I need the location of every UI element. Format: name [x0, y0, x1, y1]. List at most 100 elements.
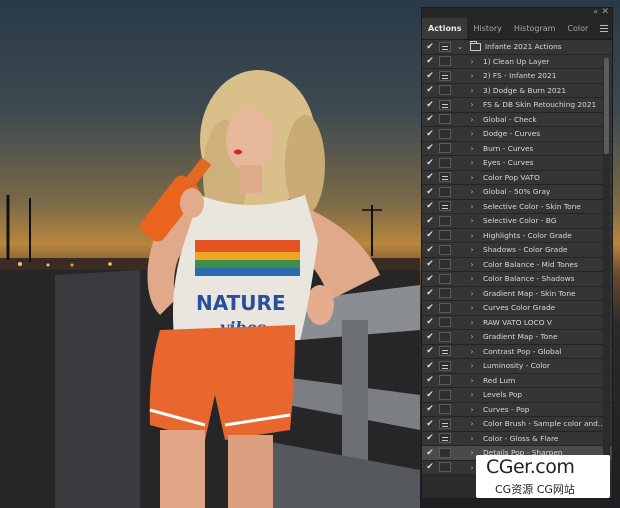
- dialog-toggle-icon[interactable]: [439, 360, 451, 371]
- checkmark-icon[interactable]: ✔: [423, 346, 437, 356]
- dialog-toggle-icon[interactable]: [439, 99, 451, 110]
- checkmark-icon[interactable]: ✔: [423, 259, 437, 269]
- dialog-toggle-icon[interactable]: [439, 389, 451, 400]
- action-row[interactable]: ✔ › Gradient Map - Skin Tone: [422, 286, 612, 301]
- dialog-toggle-icon[interactable]: [439, 433, 451, 444]
- chevron-right-icon[interactable]: ›: [467, 216, 477, 225]
- action-row[interactable]: ✔ › Curves - Pop: [422, 402, 612, 417]
- checkmark-icon[interactable]: ✔: [423, 404, 437, 414]
- dialog-toggle-icon[interactable]: [439, 56, 451, 67]
- chevron-right-icon[interactable]: ›: [467, 274, 477, 283]
- checkmark-icon[interactable]: ✔: [423, 245, 437, 255]
- chevron-right-icon[interactable]: ›: [467, 361, 477, 370]
- action-row[interactable]: ✔ › 1) Clean Up Layer: [422, 54, 612, 69]
- action-row[interactable]: ✔ › Global - Check: [422, 112, 612, 127]
- checkmark-icon[interactable]: ✔: [423, 303, 437, 313]
- action-row[interactable]: ✔ › Selective Color - Skin Tone: [422, 199, 612, 214]
- close-panel-icon[interactable]: ✕: [601, 7, 609, 17]
- chevron-right-icon[interactable]: ›: [467, 289, 477, 298]
- dialog-toggle-icon[interactable]: [439, 85, 451, 96]
- chevron-right-icon[interactable]: ›: [467, 86, 477, 95]
- action-set-row[interactable]: ✔ ⌄ Infante 2021 Actions: [422, 40, 612, 55]
- checkmark-icon[interactable]: ✔: [423, 71, 437, 81]
- dialog-toggle-icon[interactable]: [439, 114, 451, 125]
- dialog-toggle-icon[interactable]: [439, 375, 451, 386]
- chevron-right-icon[interactable]: ›: [467, 57, 477, 66]
- chevron-right-icon[interactable]: ›: [467, 376, 477, 385]
- checkmark-icon[interactable]: ✔: [423, 158, 437, 168]
- checkmark-icon[interactable]: ✔: [423, 462, 437, 472]
- dialog-toggle-icon[interactable]: [439, 41, 451, 52]
- tab-history[interactable]: History: [467, 18, 507, 39]
- checkmark-icon[interactable]: ✔: [423, 114, 437, 124]
- chevron-right-icon[interactable]: ›: [467, 419, 477, 428]
- chevron-right-icon[interactable]: ›: [467, 260, 477, 269]
- dialog-toggle-icon[interactable]: [439, 172, 451, 183]
- chevron-right-icon[interactable]: ›: [467, 332, 477, 341]
- chevron-down-icon[interactable]: ⌄: [455, 42, 465, 51]
- checkmark-icon[interactable]: ✔: [423, 332, 437, 342]
- checkmark-icon[interactable]: ✔: [423, 419, 437, 429]
- action-row[interactable]: ✔ › Levels Pop: [422, 388, 612, 403]
- chevron-right-icon[interactable]: ›: [467, 231, 477, 240]
- action-row[interactable]: ✔ › Burn - Curves: [422, 141, 612, 156]
- panel-menu-icon[interactable]: [600, 25, 608, 32]
- checkmark-icon[interactable]: ✔: [423, 433, 437, 443]
- action-row[interactable]: ✔ › 3) Dodge & Burn 2021: [422, 83, 612, 98]
- dialog-toggle-icon[interactable]: [439, 128, 451, 139]
- action-row[interactable]: ✔ › Global - 50% Gray: [422, 185, 612, 200]
- action-row[interactable]: ✔ › Dodge - Curves: [422, 127, 612, 142]
- dialog-toggle-icon[interactable]: [439, 273, 451, 284]
- action-row[interactable]: ✔ › Color Balance - Shadows: [422, 272, 612, 287]
- chevron-right-icon[interactable]: ›: [467, 202, 477, 211]
- checkmark-icon[interactable]: ✔: [423, 390, 437, 400]
- chevron-right-icon[interactable]: ›: [467, 405, 477, 414]
- checkmark-icon[interactable]: ✔: [423, 230, 437, 240]
- scrollbar[interactable]: [603, 58, 610, 498]
- chevron-right-icon[interactable]: ›: [467, 100, 477, 109]
- tab-actions[interactable]: Actions: [422, 18, 468, 39]
- dialog-toggle-icon[interactable]: [439, 186, 451, 197]
- checkmark-icon[interactable]: ✔: [423, 56, 437, 66]
- action-row[interactable]: ✔ › Curves Color Grade: [422, 301, 612, 316]
- action-row[interactable]: ✔ › Red Lum: [422, 373, 612, 388]
- dialog-toggle-icon[interactable]: [439, 418, 451, 429]
- action-row[interactable]: ✔ › Contrast Pop - Global: [422, 344, 612, 359]
- chevron-right-icon[interactable]: ›: [467, 303, 477, 312]
- action-row[interactable]: ✔ › Gradient Map - Tone: [422, 330, 612, 345]
- chevron-right-icon[interactable]: ›: [467, 347, 477, 356]
- chevron-right-icon[interactable]: ›: [467, 390, 477, 399]
- dialog-toggle-icon[interactable]: [439, 201, 451, 212]
- action-row[interactable]: ✔ › Eyes - Curves: [422, 156, 612, 171]
- chevron-right-icon[interactable]: ›: [467, 434, 477, 443]
- action-row[interactable]: ✔ › RAW VATO LOCO V: [422, 315, 612, 330]
- chevron-right-icon[interactable]: ›: [467, 158, 477, 167]
- checkmark-icon[interactable]: ✔: [423, 288, 437, 298]
- checkmark-icon[interactable]: ✔: [423, 448, 437, 458]
- dialog-toggle-icon[interactable]: [439, 404, 451, 415]
- checkmark-icon[interactable]: ✔: [423, 274, 437, 284]
- checkmark-icon[interactable]: ✔: [423, 172, 437, 182]
- dialog-toggle-icon[interactable]: [439, 157, 451, 168]
- dialog-toggle-icon[interactable]: [439, 462, 451, 473]
- checkmark-icon[interactable]: ✔: [423, 201, 437, 211]
- dialog-toggle-icon[interactable]: [439, 331, 451, 342]
- dialog-toggle-icon[interactable]: [439, 143, 451, 154]
- action-row[interactable]: ✔ › FS & DB Skin Retouching 2021: [422, 98, 612, 113]
- chevron-right-icon[interactable]: ›: [467, 173, 477, 182]
- checkmark-icon[interactable]: ✔: [423, 216, 437, 226]
- dialog-toggle-icon[interactable]: [439, 317, 451, 328]
- tab-histogram[interactable]: Histogram: [508, 18, 562, 39]
- action-row[interactable]: ✔ › Highlights - Color Grade: [422, 228, 612, 243]
- checkmark-icon[interactable]: ✔: [423, 42, 437, 52]
- checkmark-icon[interactable]: ✔: [423, 129, 437, 139]
- action-row[interactable]: ✔ › Shadows - Color Grade: [422, 243, 612, 258]
- dialog-toggle-icon[interactable]: [439, 244, 451, 255]
- chevron-right-icon[interactable]: ›: [467, 245, 477, 254]
- checkmark-icon[interactable]: ✔: [423, 100, 437, 110]
- dialog-toggle-icon[interactable]: [439, 288, 451, 299]
- dialog-toggle-icon[interactable]: [439, 346, 451, 357]
- action-row[interactable]: ✔ › Color Balance - Mid Tones: [422, 257, 612, 272]
- chevron-right-icon[interactable]: ›: [467, 144, 477, 153]
- dialog-toggle-icon[interactable]: [439, 230, 451, 241]
